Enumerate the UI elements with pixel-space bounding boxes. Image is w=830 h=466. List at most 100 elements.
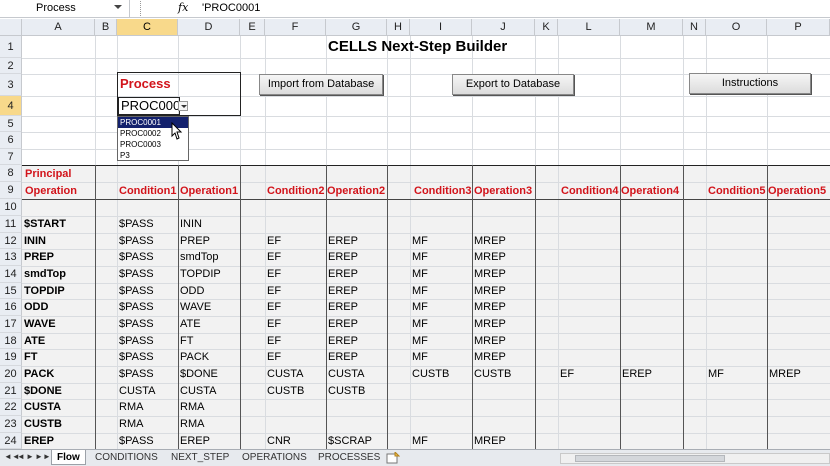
table-cell-g[interactable]: CUSTA (326, 366, 364, 382)
row-header-7[interactable]: 7 (0, 149, 22, 165)
row-header-20[interactable]: 20 (0, 366, 22, 383)
instructions-button[interactable]: Instructions (689, 73, 811, 94)
column-header-m[interactable]: M (620, 19, 683, 36)
column-header-a[interactable]: A (22, 19, 95, 36)
export-to-database-button[interactable]: Export to Database (452, 74, 574, 95)
table-cell-i[interactable]: MF (410, 283, 428, 299)
table-cell-j[interactable]: MREP (472, 266, 506, 282)
worksheet-grid[interactable]: CELLS Next-Step Builder Process PROC000 … (22, 36, 830, 449)
horizontal-scrollbar[interactable] (560, 453, 830, 464)
table-cell-j[interactable]: MREP (472, 349, 506, 365)
row-header-21[interactable]: 21 (0, 383, 22, 399)
table-cell-a[interactable]: PACK (22, 366, 54, 382)
row-header-8[interactable]: 8 (0, 165, 22, 182)
column-header-i[interactable]: I (410, 19, 472, 36)
process-cell[interactable]: PROC000 (118, 97, 180, 115)
table-cell-d[interactable]: $DONE (178, 366, 218, 382)
table-cell-a[interactable]: $START (22, 216, 66, 232)
table-cell-a[interactable]: smdTop (22, 266, 66, 282)
table-cell-g[interactable]: EREP (326, 299, 358, 315)
import-from-database-button[interactable]: Import from Database (259, 74, 383, 95)
table-cell-a[interactable]: $DONE (22, 383, 62, 399)
table-cell-d[interactable]: ODD (178, 283, 204, 299)
row-header-12[interactable]: 12 (0, 233, 22, 249)
table-cell-j[interactable]: MREP (472, 333, 506, 349)
table-cell-d[interactable]: FT (178, 333, 193, 349)
table-cell-i[interactable]: MF (410, 433, 428, 449)
table-cell-d[interactable]: RMA (178, 416, 204, 432)
table-cell-g[interactable]: EREP (326, 249, 358, 265)
table-cell-j[interactable]: MREP (472, 316, 506, 332)
formula-input[interactable]: 'PROC0001 (202, 2, 260, 14)
table-cell-f[interactable]: EF (265, 316, 281, 332)
next-sheet-icon[interactable]: ► (26, 452, 34, 461)
column-header-j[interactable]: J (472, 19, 535, 36)
column-header-g[interactable]: G (326, 19, 387, 36)
table-cell-p[interactable]: MREP (767, 366, 801, 382)
last-sheet-icon[interactable]: ►► (35, 452, 51, 461)
dropdown-option[interactable]: P3 (118, 150, 188, 161)
table-cell-a[interactable]: CUSTB (22, 416, 62, 432)
row-header-15[interactable]: 15 (0, 283, 22, 299)
table-cell-c[interactable]: $PASS (117, 299, 154, 315)
table-cell-c[interactable]: $PASS (117, 216, 154, 232)
table-cell-i[interactable]: MF (410, 266, 428, 282)
table-cell-o[interactable]: MF (706, 366, 724, 382)
table-cell-g[interactable]: EREP (326, 333, 358, 349)
table-cell-j[interactable]: MREP (472, 433, 506, 449)
table-cell-a[interactable]: CUSTA (22, 399, 61, 415)
column-header-o[interactable]: O (706, 19, 767, 36)
table-cell-f[interactable]: EF (265, 283, 281, 299)
table-cell-a[interactable]: ININ (22, 233, 46, 249)
table-cell-f[interactable]: EF (265, 233, 281, 249)
table-cell-g[interactable]: CUSTB (326, 383, 365, 399)
table-cell-j[interactable]: MREP (472, 249, 506, 265)
table-cell-a[interactable]: WAVE (22, 316, 56, 332)
column-header-f[interactable]: F (265, 19, 326, 36)
table-cell-c[interactable]: $PASS (117, 316, 154, 332)
table-cell-f[interactable]: EF (265, 333, 281, 349)
tab-next-step[interactable]: NEXT_STEP (166, 450, 234, 465)
row-header-24[interactable]: 24 (0, 433, 22, 449)
insert-sheet-icon[interactable] (386, 452, 400, 464)
table-cell-d[interactable]: CUSTA (178, 383, 216, 399)
column-header-b[interactable]: B (95, 19, 117, 36)
row-header-6[interactable]: 6 (0, 132, 22, 149)
column-header-k[interactable]: K (535, 19, 558, 36)
table-cell-f[interactable]: CUSTA (265, 366, 303, 382)
table-cell-c[interactable]: $PASS (117, 283, 154, 299)
table-cell-c[interactable]: $PASS (117, 249, 154, 265)
table-cell-c[interactable]: $PASS (117, 349, 154, 365)
table-cell-c[interactable]: $PASS (117, 433, 154, 449)
table-cell-c[interactable]: $PASS (117, 333, 154, 349)
prev-sheet-icon[interactable]: ◄ (17, 452, 25, 461)
row-header-18[interactable]: 18 (0, 333, 22, 349)
row-header-13[interactable]: 13 (0, 249, 22, 266)
row-header-2[interactable]: 2 (0, 58, 22, 74)
table-cell-d[interactable]: ATE (178, 316, 201, 332)
process-dropdown-arrow-icon[interactable] (178, 101, 188, 111)
table-cell-a[interactable]: ATE (22, 333, 45, 349)
horizontal-scroll-thumb[interactable] (575, 455, 725, 462)
name-box-dropdown-icon[interactable] (114, 5, 122, 9)
table-cell-i[interactable]: MF (410, 333, 428, 349)
table-cell-a[interactable]: EREP (22, 433, 54, 449)
table-cell-d[interactable]: EREP (178, 433, 210, 449)
table-cell-f[interactable]: CUSTB (265, 383, 304, 399)
table-cell-i[interactable]: MF (410, 299, 428, 315)
table-cell-g[interactable]: EREP (326, 266, 358, 282)
table-cell-a[interactable]: TOPDIP (22, 283, 65, 299)
column-header-h[interactable]: H (387, 19, 410, 36)
table-cell-d[interactable]: WAVE (178, 299, 211, 315)
table-cell-j[interactable]: MREP (472, 299, 506, 315)
table-cell-g[interactable]: EREP (326, 283, 358, 299)
row-header-19[interactable]: 19 (0, 349, 22, 366)
tab-operations[interactable]: OPERATIONS (237, 450, 312, 465)
name-box[interactable]: Process (0, 0, 130, 17)
table-cell-i[interactable]: MF (410, 233, 428, 249)
table-cell-i[interactable]: MF (410, 249, 428, 265)
table-cell-f[interactable]: EF (265, 249, 281, 265)
row-header-17[interactable]: 17 (0, 316, 22, 333)
table-cell-j[interactable]: MREP (472, 233, 506, 249)
table-cell-f[interactable]: CNR (265, 433, 291, 449)
